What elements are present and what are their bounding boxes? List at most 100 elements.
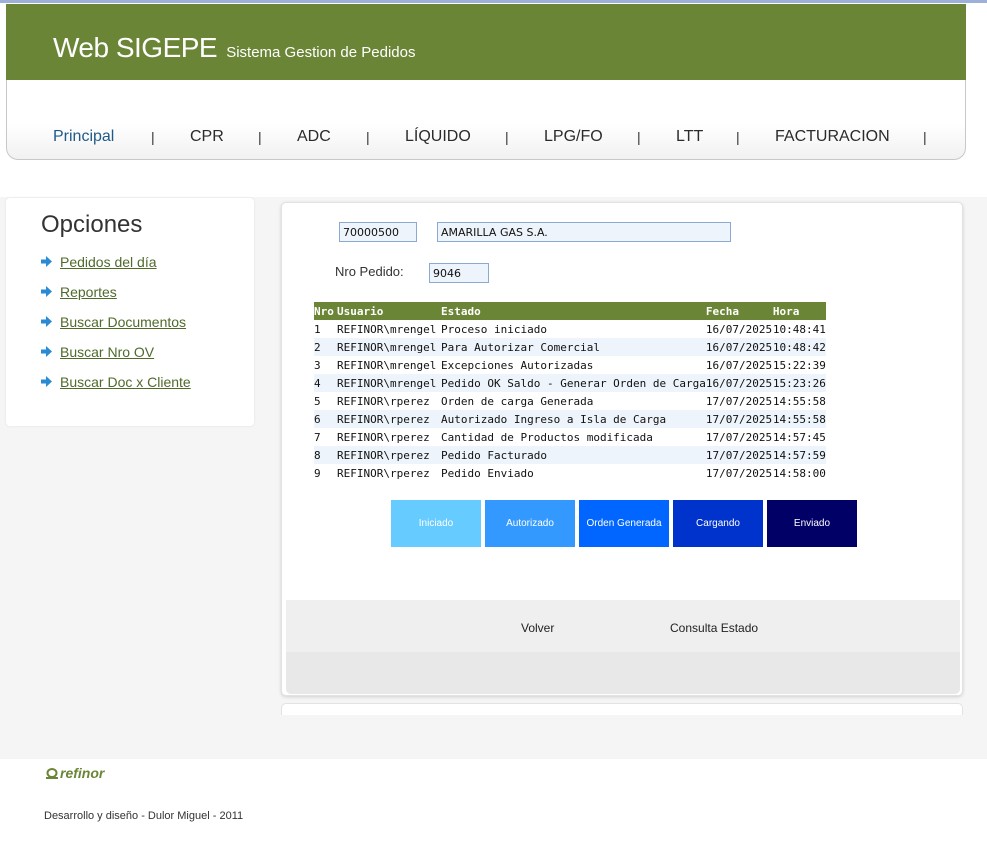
- column-header-usuario: Usuario: [337, 302, 441, 320]
- column-header-estado: Estado: [441, 302, 706, 320]
- nav-item-lpg-fo[interactable]: LPG/FO: [544, 128, 603, 146]
- stage-enviado: Enviado: [767, 500, 857, 547]
- nav-separator: |: [505, 129, 509, 145]
- cell-nro: 6: [314, 410, 337, 428]
- table-row: 4 REFINOR\mrengel Pedido OK Saldo - Gene…: [314, 374, 826, 392]
- nav-separator: |: [637, 129, 641, 145]
- cell-usuario: REFINOR\mrengel: [337, 356, 441, 374]
- app-title: Web SIGEPE: [53, 32, 218, 63]
- column-header-hora: Hora: [772, 302, 826, 320]
- cell-fecha: 17/07/2025: [705, 410, 773, 428]
- back-button[interactable]: Volver: [521, 621, 554, 635]
- cell-usuario: REFINOR\rperez: [337, 446, 441, 464]
- column-header-nro: Nro: [314, 302, 337, 320]
- window-top-border: [0, 0, 987, 3]
- cell-estado: Pedido Facturado: [441, 446, 706, 464]
- cell-fecha: 16/07/2025: [705, 338, 773, 356]
- sidebar-item-buscar-documentos[interactable]: Buscar Documentos: [60, 314, 186, 330]
- cell-usuario: REFINOR\mrengel: [337, 320, 441, 338]
- cell-estado: Pedido Enviado: [441, 464, 706, 482]
- cell-nro: 8: [314, 446, 337, 464]
- table-row: 2 REFINOR\mrengel Para Autorizar Comerci…: [314, 338, 826, 356]
- nav-item-cpr[interactable]: CPR: [190, 128, 224, 146]
- cell-fecha: 16/07/2025: [705, 356, 773, 374]
- table-row: 1 REFINOR\mrengel Proceso iniciado 16/07…: [314, 320, 826, 338]
- table-row: 9 REFINOR\rperez Pedido Enviado 17/07/20…: [314, 464, 826, 482]
- cell-fecha: 17/07/2025: [705, 428, 773, 446]
- cell-nro: 5: [314, 392, 337, 410]
- cell-nro: 3: [314, 356, 337, 374]
- cell-fecha: 17/07/2025: [705, 392, 773, 410]
- cell-nro: 1: [314, 320, 337, 338]
- cell-nro: 7: [314, 428, 337, 446]
- table-row: 8 REFINOR\rperez Pedido Facturado 17/07/…: [314, 446, 826, 464]
- table-row: 3 REFINOR\mrengel Excepciones Autorizada…: [314, 356, 826, 374]
- nav-item-principal[interactable]: Principal: [53, 128, 114, 146]
- cell-estado: Cantidad de Productos modificada: [441, 428, 706, 446]
- cell-fecha: 17/07/2025: [705, 446, 773, 464]
- cell-hora: 15:23:26: [772, 374, 826, 392]
- action-bar: [286, 600, 960, 652]
- arrow-right-icon: [41, 316, 52, 327]
- arrow-right-icon: [41, 346, 52, 357]
- cell-usuario: REFINOR\rperez: [337, 428, 441, 446]
- nav-item-facturacion[interactable]: FACTURACION: [775, 128, 890, 146]
- nav-item-adc[interactable]: ADC: [297, 128, 331, 146]
- cell-hora: 14:58:00: [772, 464, 826, 482]
- cell-hora: 14:57:45: [772, 428, 826, 446]
- table-row: 5 REFINOR\rperez Orden de carga Generada…: [314, 392, 826, 410]
- table-row: 7 REFINOR\rperez Cantidad de Productos m…: [314, 428, 826, 446]
- app-subtitle: Sistema Gestion de Pedidos: [226, 44, 416, 61]
- order-number-field[interactable]: 9046: [429, 263, 489, 283]
- stage-iniciado: Iniciado: [391, 500, 481, 547]
- client-name-field[interactable]: AMARILLA GAS S.A.: [437, 222, 731, 242]
- sidebar-item-pedidos-del-dia[interactable]: Pedidos del día: [60, 254, 157, 270]
- cell-usuario: REFINOR\rperez: [337, 410, 441, 428]
- secondary-panel: [281, 703, 963, 715]
- cell-estado: Proceso iniciado: [441, 320, 706, 338]
- action-bar-footer: [286, 652, 960, 694]
- cell-usuario: REFINOR\mrengel: [337, 374, 441, 392]
- table-header-row: Nro Usuario Estado Fecha Hora: [314, 302, 826, 320]
- nav-separator: |: [736, 129, 740, 145]
- cell-fecha: 16/07/2025: [705, 320, 773, 338]
- arrow-right-icon: [41, 376, 52, 387]
- nav-item-ltt[interactable]: LTT: [676, 128, 703, 146]
- app-brand: Web SIGEPE Sistema Gestion de Pedidos: [53, 32, 415, 64]
- cell-estado: Orden de carga Generada: [441, 392, 706, 410]
- nav-item-liquido[interactable]: LÍQUIDO: [405, 128, 471, 146]
- refinor-logo-text: refinor: [60, 765, 105, 781]
- client-code-field[interactable]: 70000500: [339, 222, 417, 242]
- cell-hora: 10:48:41: [772, 320, 826, 338]
- nav-separator: |: [923, 129, 927, 145]
- cell-hora: 10:48:42: [772, 338, 826, 356]
- cell-hora: 15:22:39: [772, 356, 826, 374]
- cell-estado: Autorizado Ingreso a Isla de Carga: [441, 410, 706, 428]
- order-number-label: Nro Pedido:: [335, 264, 404, 279]
- nav-bar: [6, 80, 966, 160]
- nav-separator: |: [151, 129, 155, 145]
- cell-hora: 14:55:58: [772, 392, 826, 410]
- cell-usuario: REFINOR\rperez: [337, 464, 441, 482]
- cell-hora: 14:55:58: [772, 410, 826, 428]
- cell-fecha: 16/07/2025: [705, 374, 773, 392]
- refinor-logo: refinor: [46, 765, 104, 781]
- sidebar-item-buscar-nro-ov[interactable]: Buscar Nro OV: [60, 344, 154, 360]
- cell-estado: Excepciones Autorizadas: [441, 356, 706, 374]
- status-history-table: Nro Usuario Estado Fecha Hora 1 REFINOR\…: [314, 302, 826, 482]
- cell-usuario: REFINOR\rperez: [337, 392, 441, 410]
- cell-estado: Pedido OK Saldo - Generar Orden de Carga: [441, 374, 706, 392]
- cell-usuario: REFINOR\mrengel: [337, 338, 441, 356]
- cell-nro: 9: [314, 464, 337, 482]
- cell-estado: Para Autorizar Comercial: [441, 338, 706, 356]
- sidebar-item-buscar-doc-x-cliente[interactable]: Buscar Doc x Cliente: [60, 374, 191, 390]
- stage-orden-generada: Orden Generada: [579, 500, 669, 547]
- arrow-right-icon: [41, 256, 52, 267]
- footer-credit: Desarrollo y diseño - Dulor Miguel - 201…: [44, 810, 244, 822]
- status-query-button[interactable]: Consulta Estado: [670, 621, 758, 635]
- options-title: Opciones: [41, 211, 143, 238]
- stage-autorizado: Autorizado: [485, 500, 575, 547]
- cell-nro: 4: [314, 374, 337, 392]
- table-row: 6 REFINOR\rperez Autorizado Ingreso a Is…: [314, 410, 826, 428]
- sidebar-item-reportes[interactable]: Reportes: [60, 284, 117, 300]
